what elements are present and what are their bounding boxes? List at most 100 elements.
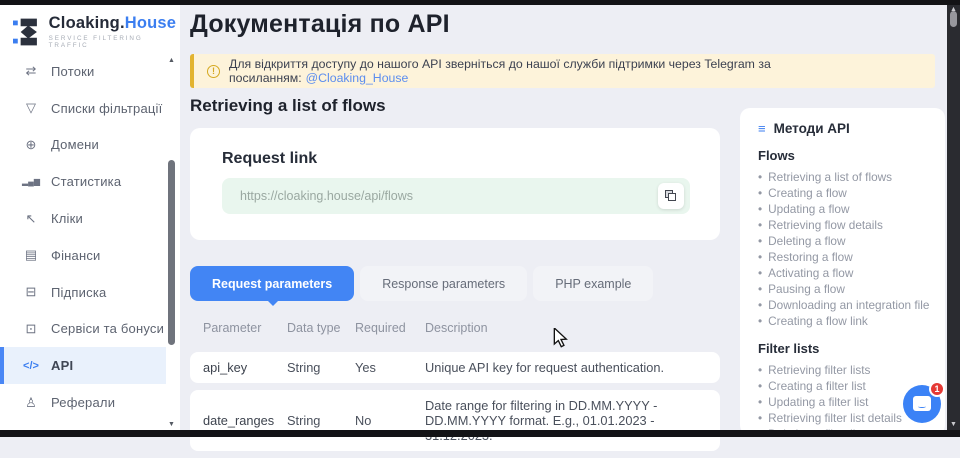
table-cell: String [287,413,355,428]
logo[interactable]: Cloaking.House SERVICE FILTERING TRAFFIC [13,14,180,49]
logo-name: Cloaking.House [49,14,180,33]
sidebar-item-label: Списки фільтрації [51,101,162,116]
method-link-label: Activating a flow [768,265,853,281]
window-bottom-bar [0,430,960,437]
method-link-label: Retrieving filter list details [768,410,902,426]
table-header: ParameterData typeRequiredDescription [190,310,720,346]
method-link-label: Pausing a flow [768,281,845,297]
sidebar-item-реферали[interactable]: ♙ Реферали [0,384,166,421]
bullet: • [758,233,762,249]
tab-response-parameters[interactable]: Response parameters [360,266,527,301]
sidebar-item-статистика[interactable]: ▂▄▆ Статистика [0,163,166,200]
table-cell: Yes [355,360,425,375]
table-cell: api_key [203,360,287,375]
method-link[interactable]: •Restoring a flow [758,249,931,265]
sidebar-scroll-up-icon[interactable]: ▲ [168,57,175,64]
sidebar-item-домени[interactable]: ⊕ Домени [0,127,166,164]
method-link[interactable]: •Retrieving a list of flows [758,169,931,185]
method-link[interactable]: •Creating a filter list [758,378,931,394]
sidebar-item-label: Статистика [51,174,121,189]
method-link[interactable]: • Pausing a flow [758,281,931,297]
method-link-label: Creating a flow [768,185,847,201]
clicks-icon: ↖ [22,211,40,227]
bullet: • [758,297,762,313]
copy-button[interactable] [658,183,684,209]
chat-notification-badge: 1 [929,381,945,397]
bullet: • [758,169,762,185]
methods-panel-title: ≡ Методи API [758,121,931,136]
table-cell: String [287,360,355,375]
info-icon: ! [207,65,220,78]
sidebar-item-фінанси[interactable]: ▤Фінанси [0,237,166,274]
sidebar-item-api[interactable]: </>API [0,347,166,384]
bullet: • [758,249,762,265]
column-header: Parameter [203,321,287,336]
method-link[interactable]: • Creating a flow [758,185,931,201]
sidebar-scroll-down-icon[interactable]: ▼ [168,421,175,428]
sidebar-item-label: API [51,358,73,373]
sidebar-item-label: Кліки [51,211,83,226]
window-scrollbar-thumb[interactable] [950,11,957,27]
scroll-down-icon[interactable]: ▼ [950,420,957,430]
method-link-label: Deleting a flow [768,233,845,249]
section-heading: Retrieving a list of flows [190,96,386,116]
chat-widget-button[interactable]: 1 [903,385,941,423]
logo-icon [13,16,42,48]
method-link[interactable]: • Retrieving flow details [758,217,931,233]
method-link[interactable]: •Creating a flow link [758,313,931,329]
method-link[interactable]: • Deleting a flow [758,233,931,249]
table-row: api_keyStringYesUnique API key for reque… [190,352,720,383]
statistics-icon: ▂▄▆ [22,177,40,186]
request-link-card: Request link https://cloaking.house/api/… [190,128,720,240]
sidebar-item-підписка[interactable]: ⊟Підписка [0,274,166,311]
method-link-label: Downloading an integration file [768,297,929,313]
main-content: Документація по API ! Для відкриття дост… [180,5,947,430]
tab-request-parameters[interactable]: Request parameters [190,266,354,301]
method-link[interactable]: • Downloading an integration file [758,297,931,313]
method-link[interactable]: • Activating a flow [758,265,931,281]
column-header: Description [425,321,720,336]
bullet: • [758,185,762,201]
method-link-label: Retrieving flow details [768,217,883,233]
sidebar-item-списки-фільтрації[interactable]: ▽ Списки фільтрації [0,90,166,127]
filter-lists-icon: ▽ [22,100,40,116]
sidebar-item-label: Реферали [51,395,115,410]
column-header: Data type [287,321,355,336]
bullet: • [758,313,762,329]
method-link[interactable]: •Updating a flow [758,201,931,217]
method-link-label: Creating a filter list [768,378,866,394]
table-cell: date_ranges [203,413,287,428]
page-title: Документація по API [190,10,450,39]
request-url-value: https://cloaking.house/api/flows [240,189,413,203]
info-banner: ! Для відкриття доступу до нашого API зв… [190,54,935,88]
referrals-icon: ♙ [22,395,40,411]
sidebar-scrollbar-thumb[interactable] [168,160,175,345]
sidebar-item-сервіси-та-бонуси[interactable]: ⊡Сервіси та бонуси [0,311,166,348]
logo-tagline: SERVICE FILTERING TRAFFIC [49,35,180,49]
flows-icon: ⇄ [22,63,40,79]
sidebar-menu: ⇄Потоки ▽ Списки фільтрації ⊕ Домени ▂▄▆ Стати… [0,53,166,421]
method-link-label: Updating a filter list [768,394,868,410]
request-url-field[interactable]: https://cloaking.house/api/flows [222,178,690,214]
sidebar-item-кліки[interactable]: ↖ Кліки [0,200,166,237]
domains-icon: ⊕ [22,137,40,153]
sidebar-item-label: Фінанси [51,248,101,263]
bullet: • [758,281,762,297]
telegram-link[interactable]: @Cloaking_House [306,71,409,85]
bullet: • [758,410,762,426]
tabs: Request parametersResponse parametersPHP… [190,266,653,301]
bullet: • [758,362,762,378]
services-icon: ⊡ [22,321,40,337]
chat-icon [913,396,931,411]
sidebar-item-label: Домени [51,137,99,152]
method-link-label: Retrieving filter lists [768,362,870,378]
window-scrollbar[interactable]: ▲ ▼ [947,5,960,430]
bullet: • [758,394,762,410]
bullet: • [758,217,762,233]
sidebar-item-потоки[interactable]: ⇄Потоки [0,53,166,90]
tab-php-example[interactable]: PHP example [533,266,653,301]
subscription-icon: ⊟ [22,284,40,300]
bullet: • [758,265,762,281]
list-icon: ≡ [758,121,766,136]
method-link[interactable]: • Retrieving filter lists [758,362,931,378]
